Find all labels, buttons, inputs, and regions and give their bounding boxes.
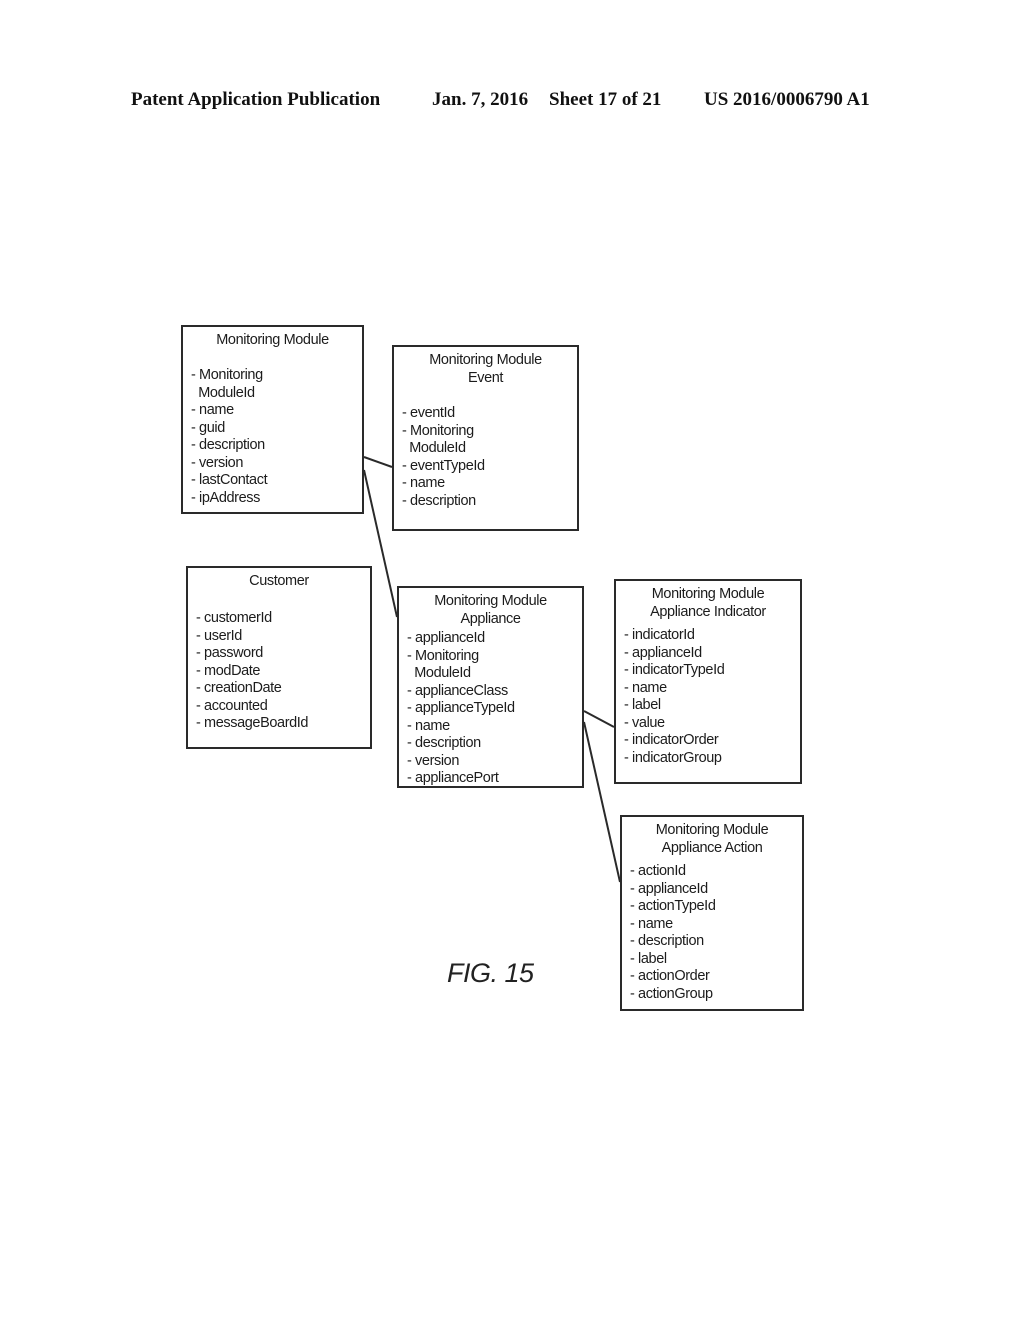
entity-title-line: Monitoring Module [651, 586, 765, 602]
entity-title-line: Monitoring Module [434, 593, 547, 609]
entity-title-line: Appliance Indicator [650, 604, 766, 620]
entity-title-line: Appliance Action [661, 840, 763, 856]
entity-title: Monitoring Module Appliance Action [622, 817, 802, 857]
field: - ipAddress [191, 489, 260, 506]
field: - description [402, 492, 476, 509]
entity-title-line: Monitoring Module [655, 822, 769, 838]
entity-monitoring-module-appliance-action: Monitoring Module Appliance Action - act… [620, 815, 804, 1011]
entity-monitoring-module: Monitoring Module - Monitoring ModuleId … [181, 325, 364, 514]
entity-title: Monitoring Module [216, 332, 329, 348]
entity-title-line: Event [467, 370, 504, 386]
field: - applianceClass [407, 682, 508, 699]
field: - lastContact [191, 472, 268, 488]
field: - value [624, 714, 665, 731]
field: - name [407, 717, 450, 734]
field: - name [191, 402, 234, 418]
field: ModuleId [407, 665, 471, 681]
field: - label [624, 697, 661, 713]
entity-monitoring-module-event: Monitoring Module Event - eventId - Moni… [392, 345, 579, 531]
field: - applianceId [624, 644, 702, 661]
entity-monitoring-module-appliance-indicator: Monitoring Module Appliance Indicator - … [614, 579, 802, 784]
entity-title-line: Monitoring Module [429, 352, 542, 368]
field: - userId [196, 627, 242, 644]
field: - description [191, 437, 265, 453]
field: - name [402, 475, 445, 491]
field: - label [630, 950, 667, 967]
field: - Monitoring [407, 647, 479, 664]
entity-customer: Customer - customerId - userId - passwor… [186, 566, 372, 749]
field: - appliancePort [407, 770, 499, 786]
field: - guid [191, 419, 225, 436]
field: - password [196, 645, 263, 661]
field: - actionGroup [630, 985, 713, 1002]
entity-title: Monitoring Module Event [394, 347, 577, 387]
field: - indicatorOrder [624, 732, 719, 748]
field: - description [630, 933, 704, 949]
field: - modDate [196, 662, 261, 679]
field: - messageBoardId [196, 715, 309, 731]
field: - eventTypeId [402, 457, 485, 474]
field: ModuleId [191, 384, 255, 401]
field: - version [407, 752, 459, 769]
entity-monitoring-module-appliance: Monitoring Module Appliance - applianceI… [397, 586, 584, 788]
field: - eventId [402, 405, 455, 421]
entity-title: Monitoring Module Appliance [399, 588, 582, 628]
field: - accounted [196, 697, 268, 714]
relation-appliance-indicator [583, 710, 615, 728]
field: - applianceTypeId [407, 700, 515, 716]
field-list: - customerId - userId - password - modDa… [188, 610, 370, 733]
field: - applianceId [630, 880, 708, 897]
field: - indicatorGroup [624, 749, 722, 766]
field: - creationDate [196, 680, 282, 696]
entity-title-line: Appliance [460, 611, 521, 627]
entity-title: Monitoring Module Appliance Indicator [616, 581, 800, 621]
relation-mm-event [363, 456, 393, 468]
field: - indicatorId [624, 627, 695, 643]
entity-title: Customer [249, 573, 309, 589]
field: - actionTypeId [630, 898, 716, 914]
field-list: - Monitoring ModuleId - name - guid - de… [183, 367, 362, 507]
field-list: - eventId - Monitoring ModuleId - eventT… [394, 405, 577, 510]
field-list: - applianceId - Monitoring ModuleId - ap… [399, 630, 582, 788]
figure-label: FIG. 15 [447, 958, 534, 988]
field-list: - indicatorId - applianceId - indicatorT… [616, 627, 800, 767]
field: - actionOrder [630, 968, 710, 984]
field-list: - actionId - applianceId - actionTypeId … [622, 863, 802, 1003]
field: ModuleId [402, 440, 466, 456]
field: - description [407, 735, 481, 751]
field: - applianceId [407, 630, 485, 646]
field: - Monitoring [402, 422, 474, 439]
field: - name [630, 915, 673, 932]
field: - indicatorTypeId [624, 662, 725, 678]
field: - customerId [196, 610, 272, 626]
field: - version [191, 454, 243, 471]
field: - name [624, 679, 667, 696]
field: - Monitoring [191, 367, 263, 383]
field: - actionId [630, 863, 686, 879]
